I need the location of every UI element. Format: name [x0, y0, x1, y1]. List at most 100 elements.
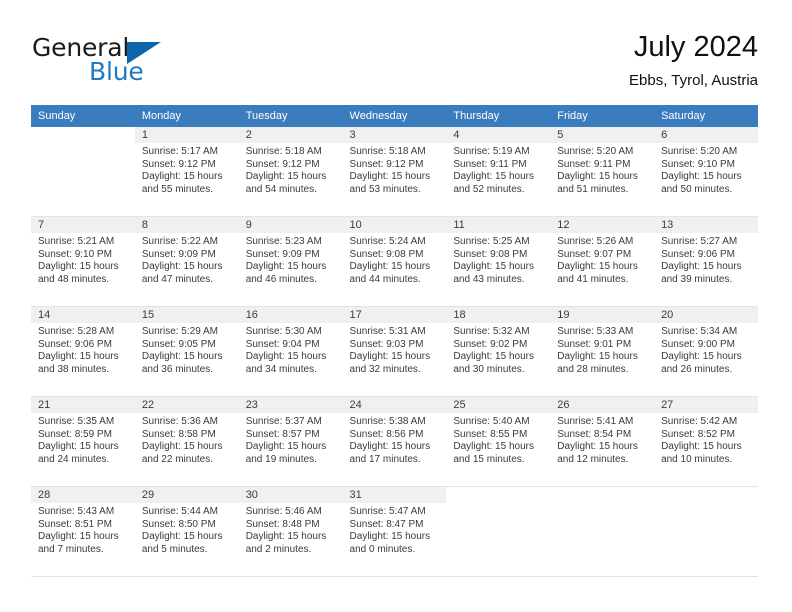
- weekday-header-thursday: Thursday: [446, 105, 551, 127]
- day-detail-line: and 30 minutes.: [453, 363, 525, 375]
- calendar-cell-inner: 12 Sunrise: 5:26 AM Sunset: 9:07 PM Dayligh…: [550, 217, 655, 306]
- calendar-day-cell[interactable]: 2 Sunrise: 5:18 AM Sunset: 9:12 PM Daylight…: [238, 127, 343, 217]
- day-detail-line: Sunset: 9:03 PM: [349, 338, 424, 350]
- day-detail-line: Sunset: 9:01 PM: [557, 338, 632, 350]
- day-detail-line: Sunset: 9:10 PM: [661, 158, 735, 170]
- day-detail-line: Daylight: 15 hours: [245, 171, 327, 183]
- day-detail-line: Daylight: 15 hours: [557, 171, 638, 183]
- calendar-day-cell[interactable]: 26 Sunrise: 5:41 AM Sunset: 8:54 PM Dayligh…: [550, 396, 655, 487]
- calendar-day-cell[interactable]: 7 Sunrise: 5:21 AM Sunset: 9:10 PM Daylight…: [31, 216, 135, 307]
- calendar-cell-inner: 25 Sunrise: 5:40 AM Sunset: 8:55 PM Dayligh…: [446, 397, 551, 486]
- weekday-header-wednesday: Wednesday: [342, 105, 447, 127]
- day-detail-line: Sunset: 8:58 PM: [141, 428, 216, 440]
- day-detail-line: and 53 minutes.: [349, 183, 421, 195]
- calendar-day-cell[interactable]: 22 Sunrise: 5:36 AM Sunset: 8:58 PM Dayligh…: [134, 396, 239, 487]
- calendar-week-row: 21 Sunrise: 5:35 AM Sunset: 8:59 PM Dayligh…: [31, 396, 758, 487]
- calendar-day-cell[interactable]: 6 Sunrise: 5:20 AM Sunset: 9:10 PM Daylight…: [654, 127, 758, 217]
- day-number: 24: [342, 397, 447, 413]
- calendar-cell-inner: [654, 487, 758, 576]
- calendar-day-cell[interactable]: 28 Sunrise: 5:43 AM Sunset: 8:51 PM Dayligh…: [31, 486, 135, 577]
- calendar-day-cell[interactable]: 31 Sunrise: 5:47 AM Sunset: 8:47 PM Dayligh…: [342, 486, 447, 577]
- day-detail-line: Sunrise: 5:19 AM: [453, 146, 530, 157]
- calendar-day-cell[interactable]: 21 Sunrise: 5:35 AM Sunset: 8:59 PM Dayligh…: [31, 396, 135, 487]
- calendar-day-cell[interactable]: 13 Sunrise: 5:27 AM Sunset: 9:06 PM Dayligh…: [654, 216, 758, 307]
- calendar-day-cell[interactable]: 24 Sunrise: 5:38 AM Sunset: 8:56 PM Dayligh…: [342, 396, 447, 487]
- day-detail-line: and 39 minutes.: [661, 273, 733, 285]
- calendar-day-cell[interactable]: 27 Sunrise: 5:42 AM Sunset: 8:52 PM Dayligh…: [654, 396, 758, 487]
- calendar-empty-cell: [31, 127, 135, 217]
- calendar-day-cell[interactable]: 29 Sunrise: 5:44 AM Sunset: 8:50 PM Dayligh…: [134, 486, 239, 577]
- calendar-day-cell[interactable]: 18 Sunrise: 5:32 AM Sunset: 9:02 PM Dayligh…: [446, 306, 551, 397]
- calendar-day-cell[interactable]: 11 Sunrise: 5:25 AM Sunset: 9:08 PM Dayligh…: [446, 216, 551, 307]
- day-detail-line: and 32 minutes.: [349, 363, 421, 375]
- day-detail-line: Sunset: 9:04 PM: [245, 338, 320, 350]
- day-detail-line: Sunset: 9:12 PM: [141, 158, 216, 170]
- day-detail-line: Sunrise: 5:28 AM: [38, 326, 115, 337]
- day-detail-line: Daylight: 15 hours: [661, 351, 742, 363]
- calendar-week-row: 28 Sunrise: 5:43 AM Sunset: 8:51 PM Dayligh…: [31, 486, 758, 577]
- day-details: Sunrise: 5:20 AM Sunset: 9:11 PM Daylight:…: [550, 143, 654, 196]
- calendar-empty-cell: [446, 486, 551, 577]
- day-detail-line: Sunset: 9:11 PM: [453, 158, 527, 170]
- day-detail-line: Sunset: 8:48 PM: [245, 518, 320, 530]
- calendar-cell-inner: [550, 487, 655, 576]
- calendar-body: 1 Sunrise: 5:17 AM Sunset: 9:12 PM Daylight…: [31, 127, 758, 577]
- day-details: Sunrise: 5:24 AM Sunset: 9:08 PM Daylight:…: [343, 233, 447, 286]
- day-detail-line: Sunset: 8:52 PM: [661, 428, 735, 440]
- calendar-day-cell[interactable]: 25 Sunrise: 5:40 AM Sunset: 8:55 PM Dayligh…: [446, 396, 551, 487]
- day-detail-line: Sunrise: 5:40 AM: [453, 416, 530, 427]
- day-detail-line: Sunset: 9:12 PM: [245, 158, 320, 170]
- day-detail-line: Sunrise: 5:43 AM: [38, 506, 115, 517]
- calendar-cell-inner: 17 Sunrise: 5:31 AM Sunset: 9:03 PM Dayligh…: [342, 307, 447, 396]
- day-number: 9: [238, 217, 343, 233]
- day-details: Sunrise: 5:33 AM Sunset: 9:01 PM Daylight:…: [550, 323, 654, 376]
- day-detail-line: Daylight: 15 hours: [349, 441, 431, 453]
- calendar-day-cell[interactable]: 19 Sunrise: 5:33 AM Sunset: 9:01 PM Dayligh…: [550, 306, 655, 397]
- calendar-week-row: 1 Sunrise: 5:17 AM Sunset: 9:12 PM Daylight…: [31, 127, 758, 217]
- day-detail-line: Daylight: 15 hours: [38, 531, 119, 543]
- calendar-cell-inner: 7 Sunrise: 5:21 AM Sunset: 9:10 PM Daylight…: [31, 217, 135, 306]
- calendar-day-cell[interactable]: 9 Sunrise: 5:23 AM Sunset: 9:09 PM Daylight…: [238, 216, 343, 307]
- calendar-day-cell[interactable]: 30 Sunrise: 5:46 AM Sunset: 8:48 PM Dayligh…: [238, 486, 343, 577]
- day-detail-line: Sunset: 9:10 PM: [38, 248, 112, 260]
- calendar-cell-inner: 5 Sunrise: 5:20 AM Sunset: 9:11 PM Daylight…: [550, 127, 655, 216]
- day-number: 7: [31, 217, 135, 233]
- calendar-cell-inner: 21 Sunrise: 5:35 AM Sunset: 8:59 PM Dayligh…: [31, 397, 135, 486]
- day-detail-line: Sunrise: 5:20 AM: [661, 146, 738, 157]
- brand-logo[interactable]: General Blue: [32, 30, 212, 90]
- calendar-day-cell[interactable]: 8 Sunrise: 5:22 AM Sunset: 9:09 PM Daylight…: [134, 216, 239, 307]
- day-number: 3: [342, 127, 447, 143]
- calendar-day-cell[interactable]: 17 Sunrise: 5:31 AM Sunset: 9:03 PM Dayligh…: [342, 306, 447, 397]
- day-detail-line: Sunset: 9:08 PM: [453, 248, 528, 260]
- calendar-day-cell[interactable]: 15 Sunrise: 5:29 AM Sunset: 9:05 PM Dayligh…: [134, 306, 239, 397]
- day-number: 2: [238, 127, 343, 143]
- calendar-day-cell[interactable]: 10 Sunrise: 5:24 AM Sunset: 9:08 PM Dayligh…: [342, 216, 447, 307]
- calendar-day-cell[interactable]: 3 Sunrise: 5:18 AM Sunset: 9:12 PM Daylight…: [342, 127, 447, 217]
- day-detail-line: Sunrise: 5:37 AM: [245, 416, 322, 427]
- day-detail-line: and 7 minutes.: [38, 543, 104, 555]
- calendar-cell-inner: 11 Sunrise: 5:25 AM Sunset: 9:08 PM Dayligh…: [446, 217, 551, 306]
- day-detail-line: and 52 minutes.: [453, 183, 525, 195]
- day-number: 20: [654, 307, 758, 323]
- day-detail-line: Sunset: 9:07 PM: [557, 248, 632, 260]
- calendar-day-cell[interactable]: 5 Sunrise: 5:20 AM Sunset: 9:11 PM Daylight…: [550, 127, 655, 217]
- calendar-day-cell[interactable]: 14 Sunrise: 5:28 AM Sunset: 9:06 PM Dayligh…: [31, 306, 135, 397]
- day-number: [31, 127, 135, 143]
- day-number: 6: [654, 127, 758, 143]
- calendar-day-cell[interactable]: 23 Sunrise: 5:37 AM Sunset: 8:57 PM Dayligh…: [238, 396, 343, 487]
- calendar-page: General Blue July 2024 Ebbs, Tyrol, Aust…: [0, 0, 792, 612]
- calendar-day-cell[interactable]: 12 Sunrise: 5:26 AM Sunset: 9:07 PM Dayligh…: [550, 216, 655, 307]
- calendar-cell-inner: 3 Sunrise: 5:18 AM Sunset: 9:12 PM Daylight…: [342, 127, 447, 216]
- day-detail-line: Sunset: 8:55 PM: [453, 428, 528, 440]
- day-detail-line: Sunrise: 5:18 AM: [245, 146, 322, 157]
- day-detail-line: Sunset: 9:00 PM: [661, 338, 735, 350]
- calendar-cell-inner: 30 Sunrise: 5:46 AM Sunset: 8:48 PM Dayligh…: [238, 487, 343, 576]
- day-detail-line: Sunset: 9:11 PM: [557, 158, 631, 170]
- weekday-header-sunday: Sunday: [31, 105, 135, 127]
- calendar-day-cell[interactable]: 20 Sunrise: 5:34 AM Sunset: 9:00 PM Dayligh…: [654, 306, 758, 397]
- day-detail-line: and 51 minutes.: [557, 183, 629, 195]
- calendar-day-cell[interactable]: 1 Sunrise: 5:17 AM Sunset: 9:12 PM Daylight…: [134, 127, 239, 217]
- calendar-day-cell[interactable]: 4 Sunrise: 5:19 AM Sunset: 9:11 PM Daylight…: [446, 127, 551, 217]
- calendar-day-cell[interactable]: 16 Sunrise: 5:30 AM Sunset: 9:04 PM Dayligh…: [238, 306, 343, 397]
- day-detail-line: Daylight: 15 hours: [141, 441, 223, 453]
